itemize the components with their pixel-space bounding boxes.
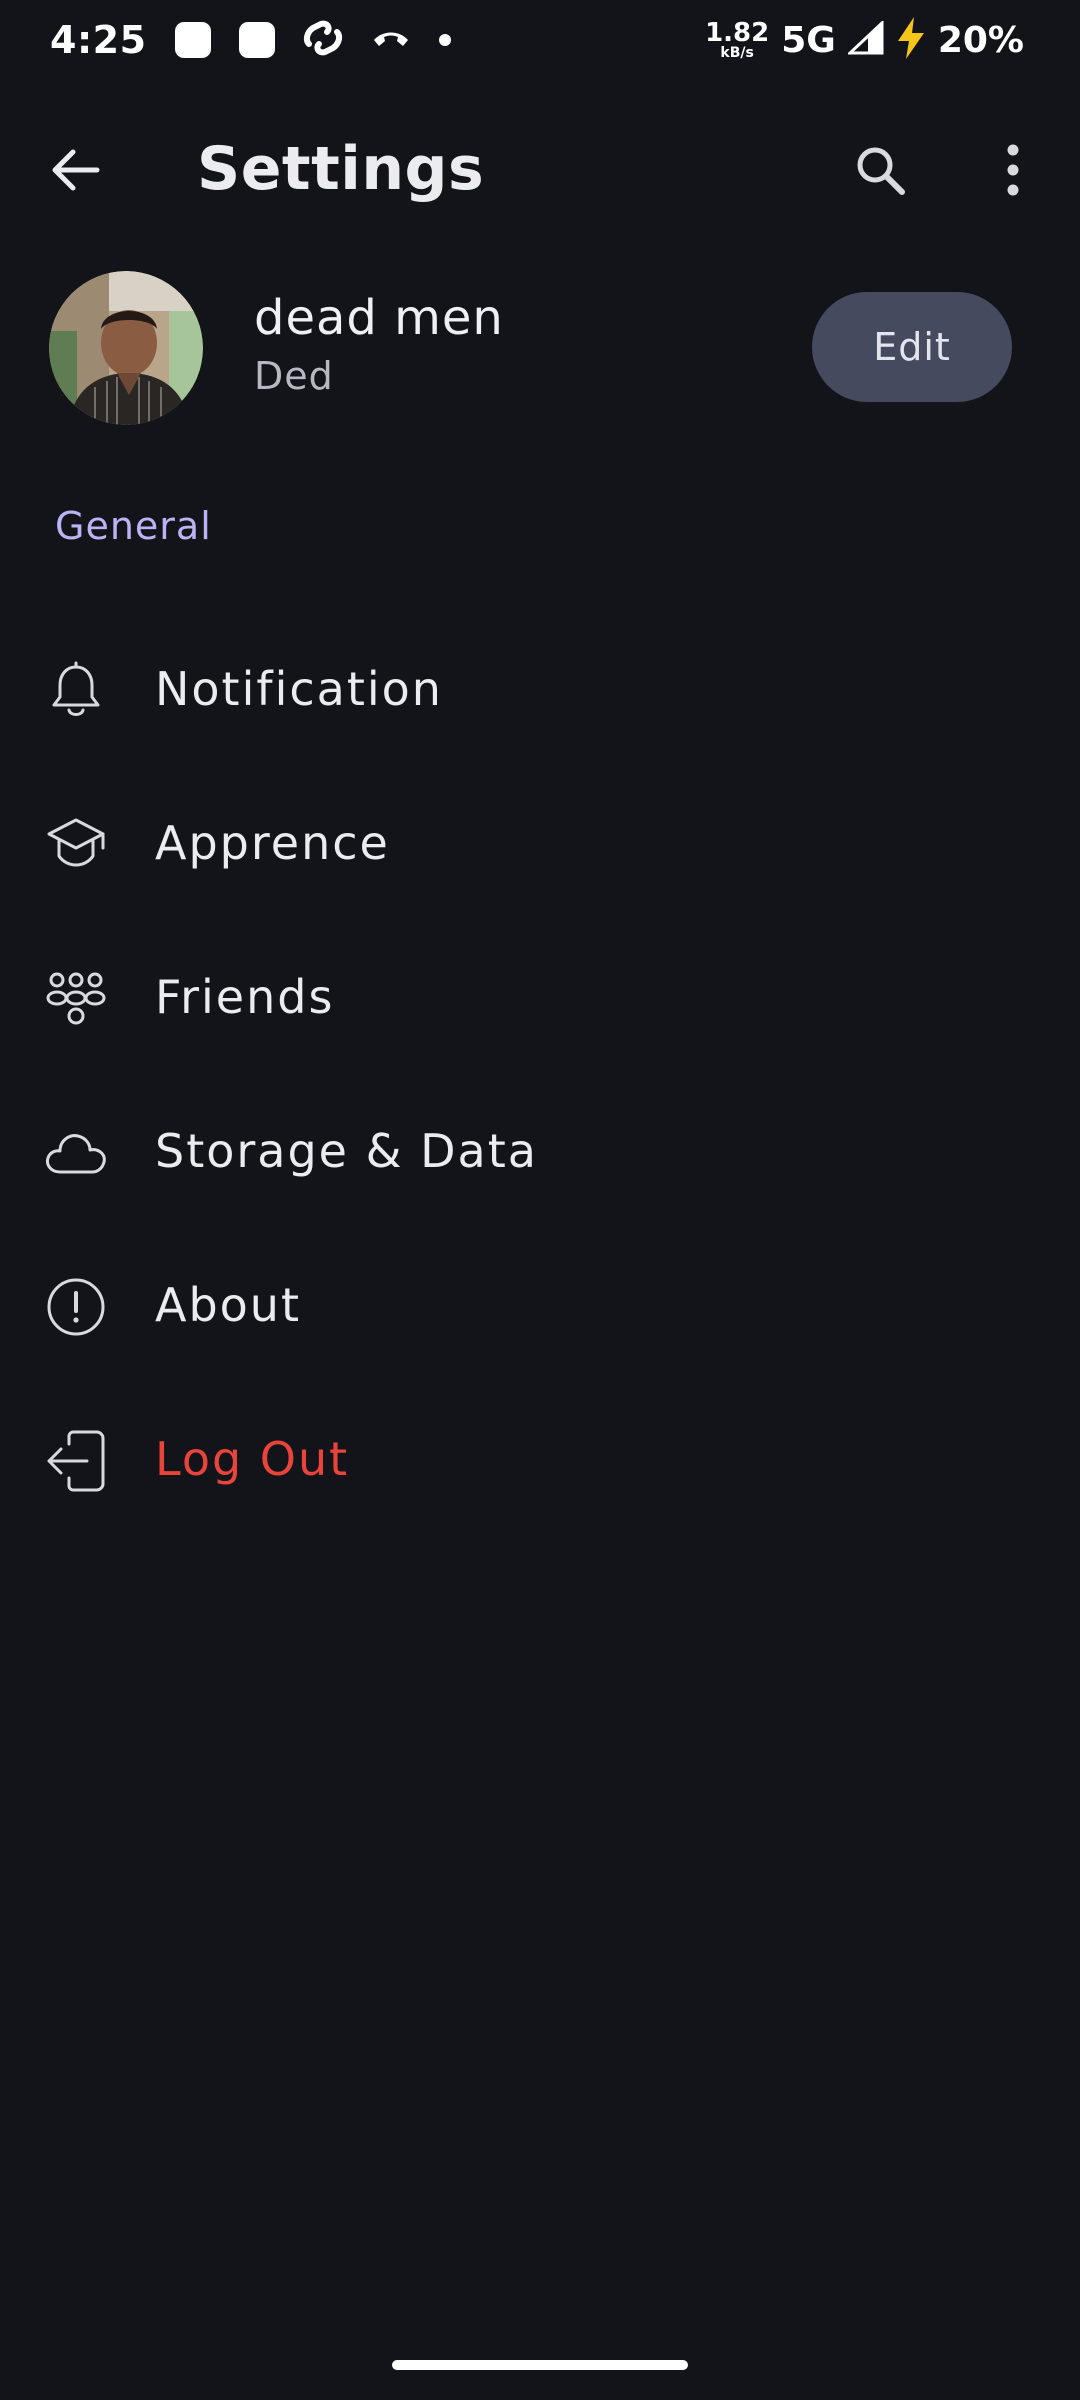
cloud-icon [44,1121,108,1185]
dot-icon [438,31,451,50]
notification-app-icon [238,22,275,58]
more-vertical-icon [1007,144,1019,196]
bell-icon [44,659,108,723]
menu-item-friends[interactable]: Friends [0,920,1080,1074]
notification-app-icon [174,22,211,58]
menu-item-label: About [155,1278,302,1332]
back-button[interactable] [38,132,114,208]
menu-item-notification[interactable]: Notification [0,612,1080,766]
menu-item-label: Log Out [155,1432,350,1486]
charging-icon [896,17,926,63]
network-type: 5G [781,19,836,61]
status-left: 4:25 [50,14,451,66]
top-app-bar: Settings [0,110,1080,230]
net-speed-unit: kB/s [720,45,754,61]
search-button[interactable] [842,132,918,208]
profile-name: dead men [254,290,504,346]
edit-profile-button[interactable]: Edit [812,292,1012,402]
menu-item-apprence[interactable]: Apprence [0,766,1080,920]
menu-item-storage-data[interactable]: Storage & Data [0,1074,1080,1228]
info-circle-icon [44,1275,108,1339]
avatar[interactable] [49,271,203,425]
profile-username: Ded [254,354,334,398]
page-title: Settings [197,134,485,204]
net-speed: 1.82 kB/s [705,20,769,60]
settings-screen: 4:25 1.82 kB/s 5G 20% Settings dead men … [0,0,1080,2400]
settings-menu: Notification Apprence Friends Storage & … [0,612,1080,1536]
graduation-cap-icon [44,813,108,877]
profile-section: dead men Ded Edit [0,268,1080,428]
net-speed-value: 1.82 [705,18,770,48]
signal-icon [846,19,884,59]
menu-item-label: Storage & Data [155,1124,538,1178]
search-icon [857,147,905,195]
battery-level: 20% [937,19,1024,61]
section-label-general: General [55,504,212,548]
menu-item-label: Friends [155,970,335,1024]
menu-item-label: Notification [155,662,443,716]
menu-item-log-out[interactable]: Log Out [0,1382,1080,1536]
menu-item-label: Apprence [155,816,390,870]
logout-icon [44,1429,108,1493]
phone-icon [371,26,411,54]
link-icon [303,20,343,60]
status-time: 4:25 [50,18,147,62]
status-right: 1.82 kB/s 5G 20% [705,14,1024,66]
users-icon [44,967,108,1031]
more-options-button[interactable] [975,132,1051,208]
status-bar: 4:25 1.82 kB/s 5G 20% [0,0,1080,80]
menu-item-about[interactable]: About [0,1228,1080,1382]
arrow-left-icon [52,149,100,191]
home-indicator[interactable] [392,2360,688,2370]
